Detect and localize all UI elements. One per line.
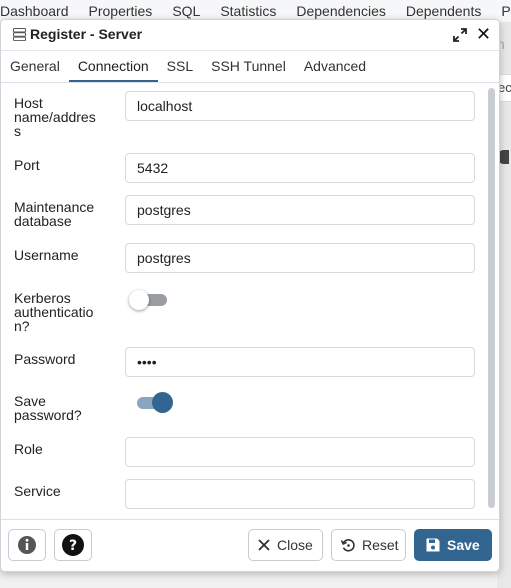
- role-input[interactable]: [125, 437, 475, 467]
- close-button[interactable]: Close: [248, 529, 323, 561]
- kerberos-label: Kerberos authenticatio n?: [14, 290, 94, 334]
- tab-advanced[interactable]: Advanced: [295, 51, 375, 82]
- close-button-label: Close: [277, 537, 313, 553]
- expand-icon[interactable]: [452, 27, 468, 43]
- register-server-dialog: Register - Server ✕ General Connection S…: [0, 19, 500, 572]
- server-icon: [13, 28, 26, 41]
- reset-button[interactable]: Reset: [331, 529, 406, 561]
- save-button[interactable]: Save: [414, 529, 492, 561]
- reset-button-label: Reset: [362, 537, 399, 553]
- password-label: Password: [14, 351, 76, 367]
- tab-general[interactable]: General: [1, 51, 69, 82]
- dialog-header[interactable]: Register - Server ✕: [1, 20, 499, 51]
- info-button[interactable]: [8, 529, 46, 561]
- username-label: Username: [14, 247, 79, 263]
- role-label: Role: [14, 441, 43, 457]
- dialog-title: Register - Server: [30, 26, 143, 42]
- bg-tab-sql[interactable]: SQL: [162, 0, 210, 20]
- save-button-label: Save: [447, 537, 480, 553]
- bg-tab-properties[interactable]: Properties: [79, 0, 163, 20]
- save-password-label: Save password?: [14, 393, 82, 423]
- bg-tab-statistics[interactable]: Statistics: [210, 0, 286, 20]
- dialog-footer: ? Close Reset Save: [1, 519, 499, 571]
- svg-text:?: ?: [69, 538, 77, 554]
- port-label: Port: [14, 157, 40, 173]
- password-input[interactable]: ••••: [125, 347, 475, 377]
- help-icon: ?: [62, 534, 84, 556]
- bg-tab-dashboard[interactable]: Dashboard: [0, 0, 79, 20]
- maintenance-db-label: Maintenance database: [14, 199, 95, 229]
- host-label: Host name/addres s: [14, 95, 96, 139]
- service-input[interactable]: [125, 479, 475, 509]
- connection-form: Host name/addres s localhost Port 5432 M…: [1, 83, 487, 519]
- close-icon: [258, 539, 270, 551]
- username-input[interactable]: postgres: [125, 243, 475, 273]
- kerberos-toggle-knob: [129, 290, 149, 310]
- close-icon[interactable]: ✕: [476, 24, 491, 44]
- info-icon: [18, 536, 36, 554]
- bg-tab-dependencies[interactable]: Dependencies: [286, 0, 396, 20]
- service-label: Service: [14, 483, 61, 499]
- save-password-toggle-knob: [152, 392, 173, 413]
- dialog-tabs: General Connection SSL SSH Tunnel Advanc…: [1, 51, 499, 83]
- tab-connection[interactable]: Connection: [68, 51, 158, 82]
- scrollbar-thumb[interactable]: [488, 88, 495, 508]
- save-icon: [426, 538, 440, 552]
- port-input[interactable]: 5432: [125, 153, 475, 183]
- tab-ssh-tunnel[interactable]: SSH Tunnel: [202, 51, 295, 82]
- save-password-toggle[interactable]: [137, 392, 175, 413]
- bg-tab-dependents[interactable]: Dependents: [396, 0, 492, 20]
- maintenance-db-input[interactable]: postgres: [125, 195, 475, 225]
- help-button[interactable]: ?: [54, 529, 92, 561]
- bg-tab-partial[interactable]: P: [491, 0, 511, 20]
- kerberos-toggle[interactable]: [129, 290, 167, 310]
- host-input[interactable]: localhost: [125, 91, 475, 121]
- form-scrollbar[interactable]: [487, 83, 497, 519]
- tab-ssl[interactable]: SSL: [158, 51, 202, 82]
- reset-icon: [340, 539, 355, 552]
